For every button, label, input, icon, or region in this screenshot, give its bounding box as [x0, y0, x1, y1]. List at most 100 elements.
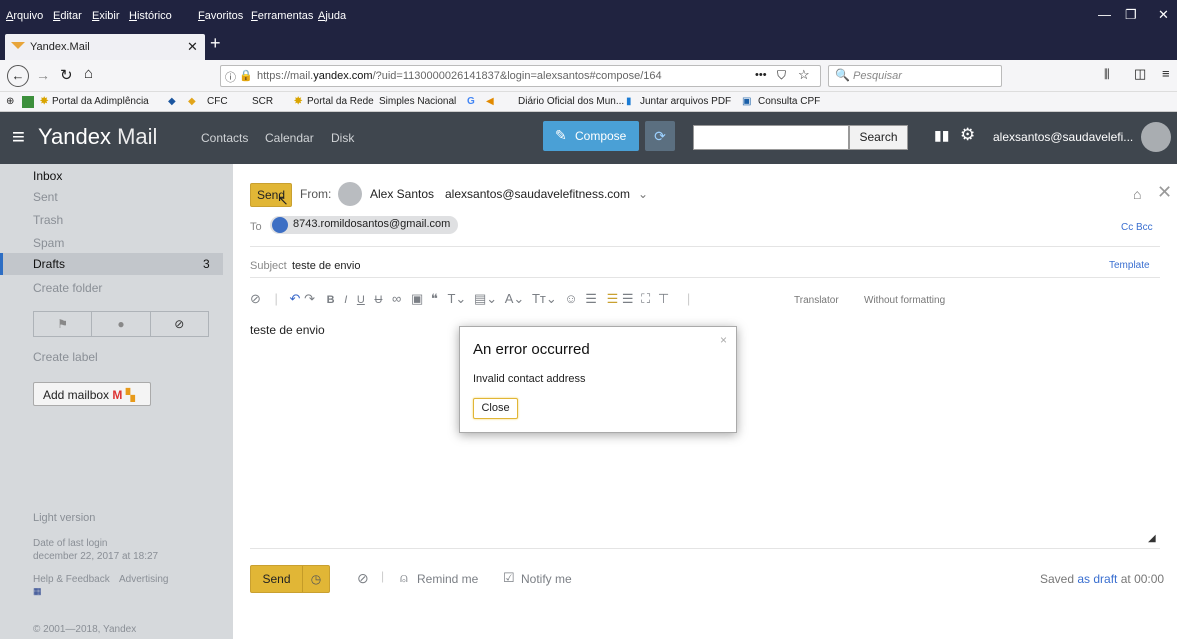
folder-drafts[interactable]: Drafts 3	[0, 253, 223, 275]
schedule-clock-icon[interactable]: ◷	[303, 566, 329, 592]
redo-icon[interactable]: ↷	[304, 291, 315, 306]
minimize-compose-icon[interactable]: ⌂	[1133, 186, 1141, 202]
menu-ajuda[interactable]: Ajuda	[318, 10, 346, 22]
mail-search-input[interactable]	[693, 125, 849, 150]
advertising-link[interactable]: Advertising	[119, 574, 168, 585]
remind-me-button[interactable]: Remind me	[417, 572, 478, 586]
highlight-icon[interactable]: ▤⌄	[474, 291, 497, 306]
template-link[interactable]: Template	[1109, 260, 1150, 271]
bookmark-cfc[interactable]: CFC	[207, 96, 228, 107]
notify-checkbox-icon[interactable]: ☑	[503, 570, 515, 586]
account-email[interactable]: alexsantos@saudavelefi...	[993, 130, 1133, 144]
subject-input[interactable]: teste de envio	[292, 260, 361, 272]
reload-icon[interactable]: ↻	[60, 66, 73, 84]
align-left-icon[interactable]: ☰	[607, 291, 619, 306]
notify-me-button[interactable]: Notify me	[521, 572, 572, 586]
fullscreen-icon[interactable]: ⛶	[641, 291, 650, 306]
cc-bcc-link[interactable]: Cc Bcc	[1121, 222, 1153, 233]
add-mailbox-button[interactable]: Add mailbox M ▚	[33, 382, 151, 406]
more-actions-icon[interactable]: •••	[755, 69, 767, 81]
bookmark-diario-oficial[interactable]: Diário Oficial dos Mun...	[518, 96, 624, 107]
bird-icon[interactable]: ◆	[168, 96, 176, 107]
flag-icon[interactable]: ⚑	[34, 312, 93, 336]
dialog-close-icon[interactable]: ×	[720, 333, 727, 347]
forward-icon[interactable]: →	[36, 67, 50, 83]
new-tab-icon[interactable]: +	[210, 33, 221, 54]
clear-format-icon[interactable]: ⊤	[658, 291, 669, 306]
uk-flag-icon[interactable]: ▦	[33, 586, 42, 597]
image-icon[interactable]: ▣	[411, 291, 423, 306]
bookmark-scr[interactable]: SCR	[252, 96, 273, 107]
message-body[interactable]: teste de envio	[250, 323, 325, 337]
attach-icon[interactable]: ⊘	[250, 291, 261, 306]
url-bar[interactable]: ⓘ 🔒 https://mail.yandex.com/?uid=1130000…	[220, 65, 821, 87]
send-button[interactable]: Send	[251, 566, 303, 592]
resize-handle-icon[interactable]: ◢	[1148, 533, 1156, 544]
bookmark-icon[interactable]	[22, 96, 34, 108]
menu-exibir[interactable]: Exibir	[92, 10, 120, 22]
menu-favoritos[interactable]: Favoritos	[198, 10, 243, 22]
bookmark-portal-rede[interactable]: Portal da Rede	[307, 96, 374, 107]
avatar[interactable]	[1141, 122, 1171, 152]
emoji-icon[interactable]: ☺	[564, 291, 577, 306]
library-icon[interactable]: ⫼	[1104, 67, 1110, 82]
sidebar-icon[interactable]: ◫	[1134, 66, 1146, 82]
bold-icon[interactable]: B	[327, 294, 335, 306]
folder-trash[interactable]: Trash	[33, 213, 63, 227]
without-formatting-button[interactable]: Without formatting	[864, 295, 945, 306]
menu-editar[interactable]: Editar	[53, 10, 82, 22]
from-chevron-down-icon[interactable]: ⌄	[638, 187, 648, 201]
close-compose-icon[interactable]: ✕	[1157, 182, 1172, 203]
from-email[interactable]: alexsantos@saudavelefitness.com	[445, 187, 630, 201]
minimize-icon[interactable]: —	[1098, 7, 1111, 22]
nav-calendar[interactable]: Calendar	[265, 131, 314, 145]
home-icon[interactable]: ⌂	[84, 65, 93, 82]
bookmark-star-icon[interactable]: ☆	[798, 67, 810, 83]
bell-icon[interactable]: ⍝	[400, 570, 408, 586]
underline-icon[interactable]: U	[357, 294, 365, 306]
help-feedback-link[interactable]: Help & Feedback	[33, 574, 110, 585]
tab-close-icon[interactable]: ✕	[187, 39, 198, 55]
pocket-icon[interactable]: ⛉	[777, 68, 786, 83]
nav-contacts[interactable]: Contacts	[201, 131, 248, 145]
settings-gear-icon[interactable]: ⚙	[960, 125, 975, 145]
refresh-mail-icon[interactable]: ⟳	[645, 121, 675, 151]
undo-icon[interactable]: ↶	[290, 291, 301, 306]
menu-ferramentas[interactable]: Ferramentas	[251, 10, 313, 22]
bookmark-consulta-cpf[interactable]: Consulta CPF	[758, 96, 820, 107]
compose-button[interactable]: ✎ Compose	[543, 121, 639, 151]
google-icon[interactable]: G	[467, 96, 475, 107]
align-center-icon[interactable]: ☰	[622, 291, 634, 306]
back-icon[interactable]: ←	[7, 65, 29, 87]
dialog-close-button[interactable]: Close	[473, 398, 518, 419]
bookmark-simples-nacional[interactable]: Simples Nacional	[379, 96, 456, 107]
mail-search-button[interactable]: Search	[849, 125, 908, 150]
yandex-mail-logo[interactable]: Yandex Mail	[38, 124, 157, 150]
attachment-filter-icon[interactable]: ⊘	[151, 312, 208, 336]
strikethrough-icon[interactable]: U	[374, 294, 382, 306]
arrow-bookmark-icon[interactable]: ◀	[486, 96, 494, 107]
link-icon[interactable]: ∞	[392, 291, 401, 306]
bookmark-juntar-pdf[interactable]: Juntar arquivos PDF	[640, 96, 731, 107]
folder-spam[interactable]: Spam	[33, 236, 64, 250]
drop-icon[interactable]: ◆	[188, 96, 196, 107]
menu-arquivo[interactable]: Arquivo	[6, 10, 43, 22]
bookmark-portal-adimplencia[interactable]: Portal da Adimplência	[52, 96, 149, 107]
view-toggle-icon[interactable]: ▮▮	[934, 127, 949, 144]
close-window-icon[interactable]: ✕	[1158, 7, 1169, 23]
attach-file-icon[interactable]: ⊘	[357, 570, 369, 587]
menu-historico[interactable]: Histórico	[129, 10, 172, 22]
recipient-chip[interactable]: 8743.romildosantos@gmail.com	[270, 216, 458, 234]
search-box[interactable]: 🔍 Pesquisar	[828, 65, 1002, 87]
browser-tab[interactable]: Yandex.Mail ✕	[5, 34, 205, 60]
light-version-link[interactable]: Light version	[33, 512, 95, 524]
create-folder-link[interactable]: Create folder	[33, 281, 102, 295]
italic-icon[interactable]: I	[344, 294, 347, 306]
translator-button[interactable]: Translator	[794, 295, 839, 306]
hamburger-menu-icon[interactable]: ≡	[1162, 66, 1170, 81]
restore-icon[interactable]: ❐	[1125, 7, 1137, 23]
info-icon[interactable]: ⓘ	[225, 69, 236, 85]
nav-disk[interactable]: Disk	[331, 131, 354, 145]
font-size-icon[interactable]: T⌄	[447, 291, 466, 306]
unread-dot-icon[interactable]: ●	[92, 312, 151, 336]
